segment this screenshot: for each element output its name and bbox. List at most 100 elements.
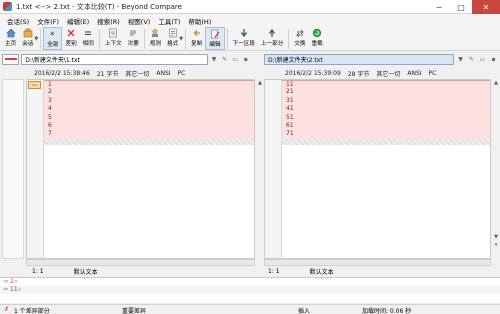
- session-dropdown-icon[interactable]: ▼: [34, 36, 38, 42]
- right-pane-status: 1: 1 默认文本: [268, 266, 364, 276]
- right-save-icon[interactable]: ▪: [489, 55, 498, 64]
- left-current-arrow-icon[interactable]: ⇨: [28, 81, 41, 89]
- copy-label: 复制: [191, 41, 203, 47]
- right-history-icon[interactable]: ✎: [467, 55, 476, 64]
- left-lines[interactable]: 1 2 3 4 5 6 7: [44, 80, 254, 145]
- left-default-text: 默认文本: [73, 268, 98, 276]
- menu-tools[interactable]: 工具(T): [154, 16, 184, 26]
- load-time-text: 加载时间: 0.06 秒: [362, 308, 412, 314]
- important-diff-text: 重要差异: [122, 308, 147, 314]
- copy-button[interactable]: 复制: [188, 27, 205, 50]
- left-lineend[interactable]: PC: [178, 70, 186, 77]
- menu-view[interactable]: 视图(V): [124, 16, 155, 26]
- show-diffs-label: 差别: [65, 41, 77, 47]
- reload-button[interactable]: 重载: [309, 27, 326, 50]
- right-line[interactable]: 41: [282, 105, 490, 114]
- prev-section-button[interactable]: 上一部分: [258, 27, 286, 50]
- next-section-label: 下一区段: [232, 41, 255, 47]
- left-line[interactable]: 3: [44, 96, 254, 106]
- left-vertical-scrollbar[interactable]: ▲: [256, 79, 264, 259]
- maximize-button[interactable]: □: [450, 0, 472, 14]
- right-path-row: D:\新建文件夹\2.txt ▼ ✎ ▭ ▪: [264, 52, 500, 66]
- left-encoding[interactable]: ANSI: [156, 70, 170, 77]
- left-overview-strip[interactable]: [2, 79, 24, 259]
- toolbar-separator: [98, 29, 100, 49]
- format-dropdown-icon[interactable]: ▼: [179, 36, 183, 42]
- menu-bar: 会话(S) 文件(F) 编辑(E) 搜索(R) 视图(V) 工具(T) 帮助(H…: [0, 14, 500, 27]
- left-path-input[interactable]: D:\新建文件夹\1.txt: [21, 53, 208, 65]
- session-label: 会话: [22, 41, 34, 47]
- title-bar: 1.txt <--> 2.txt - 文本比较(T) - Beyond Comp…: [0, 0, 500, 14]
- left-text-pane[interactable]: 1 2 3 4 5 6 7: [26, 79, 255, 259]
- left-history-icon[interactable]: ✎: [220, 55, 229, 64]
- toolbar-separator: [226, 29, 228, 49]
- left-line[interactable]: 4: [44, 105, 254, 114]
- context-icon: [108, 28, 118, 38]
- left-line[interactable]: 6: [44, 121, 254, 131]
- right-line[interactable]: 71: [282, 130, 490, 139]
- all-icon: *: [48, 29, 58, 39]
- scroll-down-icon[interactable]: ▼: [492, 233, 500, 241]
- show-diffs-button[interactable]: 差别: [62, 27, 79, 50]
- scroll-end-icon[interactable]: ▾: [492, 241, 500, 249]
- right-folder-icon[interactable]: ▭: [478, 55, 487, 64]
- right-line[interactable]: 61: [282, 121, 490, 131]
- context-button[interactable]: 上下文: [102, 27, 125, 50]
- scroll-up-icon[interactable]: ▲: [492, 79, 500, 87]
- toolbar-separator: [40, 29, 42, 49]
- rules-icon: [150, 28, 160, 38]
- compare-line-left[interactable]: ⇒ 1 ¤: [0, 278, 500, 286]
- right-encoding[interactable]: ANSI: [407, 70, 421, 77]
- edit-button[interactable]: 编辑: [205, 27, 225, 50]
- left-empty-hatch: [44, 138, 254, 145]
- right-dropdown-icon[interactable]: ▼: [456, 55, 465, 64]
- scroll-up-icon[interactable]: ▲: [256, 79, 264, 87]
- left-line[interactable]: 2: [44, 88, 254, 97]
- home-button[interactable]: 主页: [2, 27, 19, 50]
- menu-edit[interactable]: 编辑(E): [63, 16, 93, 26]
- right-horizontal-scrollbar[interactable]: [264, 259, 491, 266]
- rules-button[interactable]: 规则: [147, 27, 164, 50]
- left-line[interactable]: 1: [44, 80, 254, 89]
- right-path-input[interactable]: D:\新建文件夹\2.txt: [264, 53, 454, 65]
- menu-file[interactable]: 文件(F): [33, 16, 63, 26]
- edit-label: 编辑: [209, 42, 221, 48]
- line-compare-panel[interactable]: ⇒ 1 ¤ ⇒ 11 ¤: [0, 277, 500, 303]
- minimize-button[interactable]: ─: [428, 0, 450, 14]
- menu-search[interactable]: 搜索(R): [93, 16, 124, 26]
- swap-button[interactable]: 交换: [291, 27, 308, 50]
- left-folder-icon[interactable]: ▭: [231, 55, 240, 64]
- right-line[interactable]: 31: [282, 96, 490, 106]
- left-size: 21 字节: [96, 70, 119, 78]
- close-button[interactable]: ✕: [472, 0, 500, 14]
- right-lineend[interactable]: PC: [429, 70, 437, 77]
- show-same-button[interactable]: 相同: [80, 27, 97, 50]
- toolbar-separator: [288, 29, 290, 49]
- next-section-button[interactable]: 下一区段: [230, 27, 258, 50]
- left-other[interactable]: 其它一切: [125, 69, 149, 78]
- left-gutter: [27, 80, 44, 258]
- show-same-label: 相同: [82, 41, 94, 47]
- show-all-button[interactable]: * 全部: [43, 27, 63, 50]
- menu-help[interactable]: 帮助(H): [184, 16, 215, 26]
- right-vertical-scrollbar[interactable]: ▲ ▼ ▾: [492, 79, 500, 259]
- right-default-text: 默认文本: [309, 268, 334, 276]
- left-line[interactable]: 5: [44, 113, 254, 122]
- right-line[interactable]: 21: [282, 88, 490, 97]
- left-horizontal-scrollbar[interactable]: [26, 259, 255, 266]
- menu-session[interactable]: 会话(S): [3, 16, 33, 26]
- left-save-icon[interactable]: ▪: [241, 55, 250, 64]
- right-text-pane[interactable]: 11 21 31 41 51 61 71: [264, 79, 491, 259]
- minor-button[interactable]: 次要: [125, 27, 142, 50]
- right-line[interactable]: 51: [282, 113, 490, 122]
- left-dropdown-icon[interactable]: ▼: [210, 55, 219, 64]
- swap-icon: [295, 28, 305, 38]
- compare-line-right[interactable]: ⇒ 11 ¤: [0, 286, 500, 294]
- right-other[interactable]: 其它一切: [376, 69, 400, 78]
- left-line[interactable]: 7: [44, 130, 254, 139]
- right-lines[interactable]: 11 21 31 41 51 61 71: [282, 80, 490, 145]
- right-line[interactable]: 11: [282, 80, 490, 89]
- right-cursor-position: 1: 1: [268, 267, 280, 275]
- toolbar-separator: [185, 29, 187, 49]
- prev-section-label: 上一部分: [260, 41, 284, 47]
